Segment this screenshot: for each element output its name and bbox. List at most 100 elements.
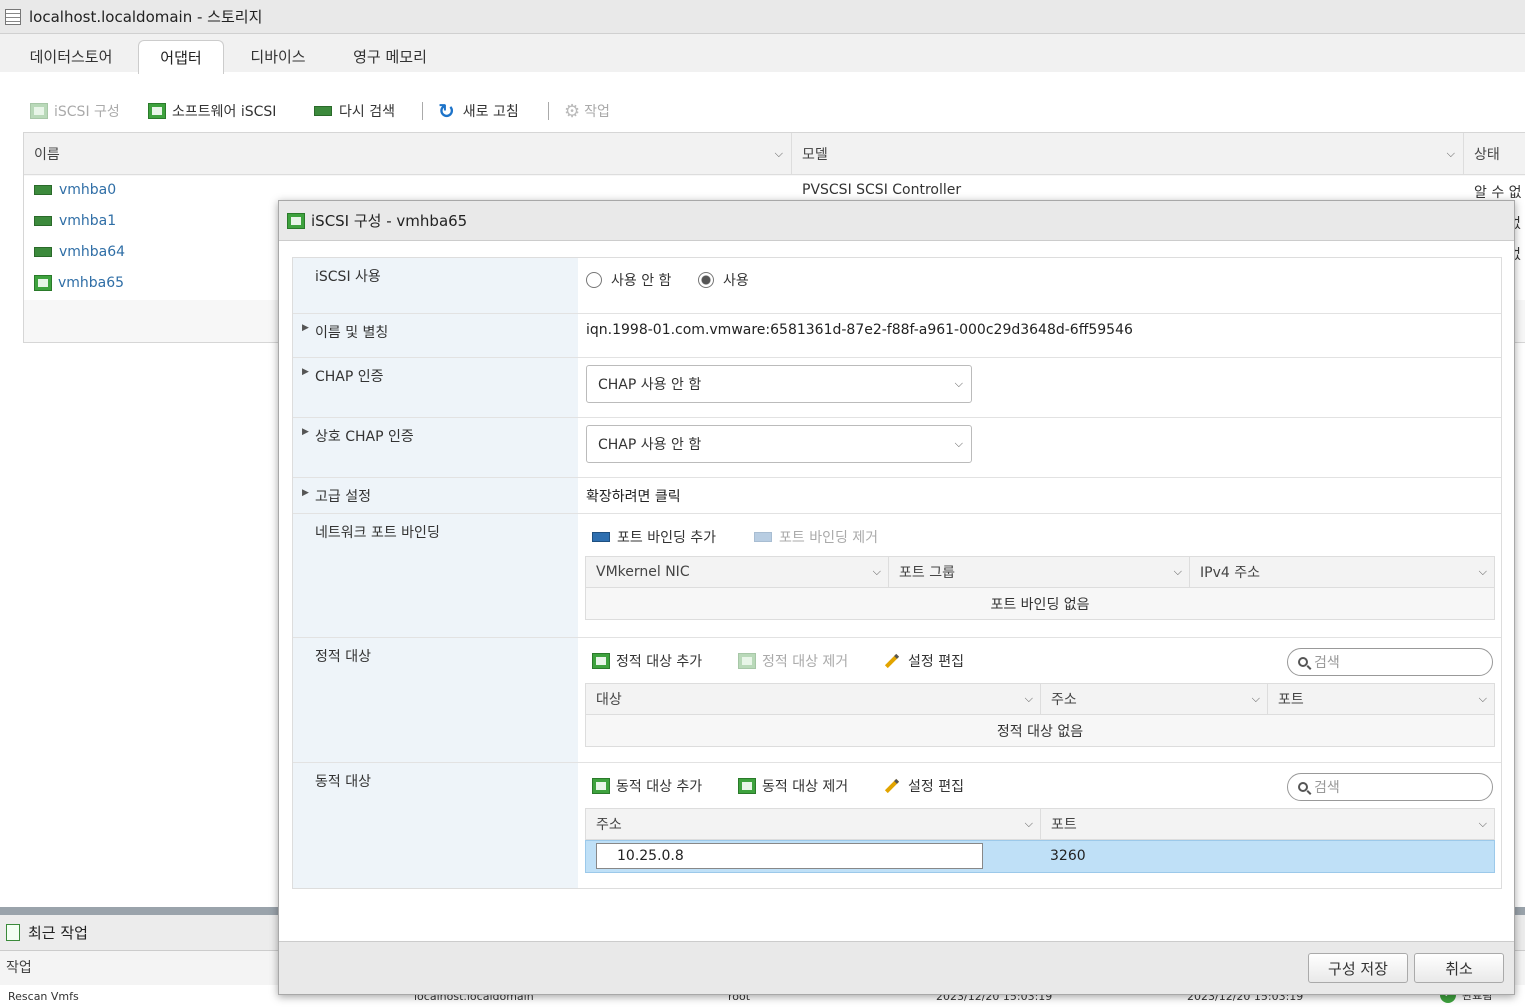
remove-static-target-button[interactable]: 정적 대상 제거: [738, 651, 848, 671]
dialog-header: iSCSI 구성 - vmhba65: [279, 201, 1514, 241]
iscsi-icon: [287, 212, 305, 229]
chevron-down-icon: ⌵: [774, 146, 783, 160]
actions-button[interactable]: ⚙ 작업: [564, 100, 610, 122]
edit-dynamic-settings-button[interactable]: 설정 편집: [884, 776, 964, 796]
column-address[interactable]: 주소 ⌵: [1041, 684, 1268, 714]
adapter-icon: [34, 247, 52, 257]
add-dynamic-target-label: 동적 대상 추가: [616, 779, 703, 795]
column-label: IPv4 주소: [1200, 565, 1260, 581]
iscsi-config-label: iSCSI 구성: [54, 104, 120, 120]
column-label: 주소: [1051, 692, 1077, 708]
column-label: 포트: [1278, 692, 1304, 708]
radio-disabled[interactable]: 사용 안 함: [586, 270, 671, 290]
form-row: iSCSI 사용 사용 안 함 사용: [293, 258, 1501, 314]
add-static-target-button[interactable]: 정적 대상 추가: [592, 651, 702, 671]
edit-static-settings-button[interactable]: 설정 편집: [884, 651, 964, 671]
form-row[interactable]: ▶ 고급 설정 확장하려면 클릭: [293, 478, 1501, 514]
tab-devices[interactable]: 디바이스: [232, 40, 324, 72]
dynamic-search-input[interactable]: 검색: [1287, 773, 1493, 801]
iscsi-config-button[interactable]: iSCSI 구성: [30, 100, 120, 122]
adapter-name-cell: vmhba64: [34, 244, 125, 260]
column-header-name[interactable]: 이름 ⌵: [24, 133, 792, 174]
dialog-footer: 구성 저장 취소: [279, 941, 1514, 994]
save-config-button[interactable]: 구성 저장: [1308, 953, 1408, 983]
search-icon: [1298, 657, 1308, 667]
adapter-icon: [34, 185, 52, 195]
rescan-button[interactable]: 다시 검색: [314, 100, 395, 122]
toolbar-divider: [422, 102, 423, 120]
adapter-icon: [34, 216, 52, 226]
cancel-button[interactable]: 취소: [1414, 953, 1504, 983]
adapter-name[interactable]: vmhba1: [59, 213, 116, 229]
remove-port-binding-button[interactable]: 포트 바인딩 제거: [754, 527, 878, 547]
column-header-label: 상태: [1474, 146, 1500, 163]
adapter-name-cell: vmhba0: [34, 182, 116, 198]
static-grid-header: 대상 ⌵ 주소 ⌵ 포트 ⌵: [585, 683, 1495, 715]
tasks-column-header[interactable]: 작업: [6, 957, 32, 977]
refresh-button[interactable]: ↻ 새로 고침: [438, 99, 519, 123]
static-search-input[interactable]: 검색: [1287, 648, 1493, 676]
column-header-label: 이름: [34, 146, 60, 163]
form-row[interactable]: ▶ 이름 및 별칭 iqn.1998-01.com.vmware:6581361…: [293, 314, 1501, 358]
rescan-label: 다시 검색: [339, 104, 395, 120]
column-label: VMkernel NIC: [596, 564, 690, 580]
pencil-icon: [884, 778, 900, 794]
column-label: 포트: [1051, 817, 1077, 833]
refresh-icon: ↻: [438, 99, 455, 123]
software-iscsi-button[interactable]: 소프트웨어 iSCSI: [148, 100, 276, 122]
chevron-down-icon: ⌵: [954, 377, 963, 390]
address-input[interactable]: 10.25.0.8: [596, 843, 983, 869]
static-targets-empty: 정적 대상 없음: [585, 715, 1495, 747]
chap-select[interactable]: CHAP 사용 안 함 ⌵: [586, 365, 972, 403]
dialog-title: iSCSI 구성 - vmhba65: [311, 212, 468, 230]
static-targets-label: 정적 대상: [315, 649, 371, 665]
edit-dynamic-settings-label: 설정 편집: [908, 779, 964, 795]
adapter-status-cell: 알 수 없: [1474, 185, 1522, 201]
column-header-status[interactable]: 상태: [1464, 133, 1525, 174]
add-target-icon: [592, 653, 610, 669]
task-name: Rescan Vmfs: [8, 990, 79, 1003]
adapter-name[interactable]: vmhba0: [59, 182, 116, 198]
form-row: 네트워크 포트 바인딩 포트 바인딩 추가 포트 바인딩 제거 VMkernel…: [293, 514, 1501, 638]
adapter-name[interactable]: vmhba65: [58, 275, 124, 291]
recent-tasks-title: 최근 작업: [28, 924, 88, 942]
chevron-down-icon: ⌵: [1024, 692, 1033, 705]
column-address[interactable]: 주소 ⌵: [586, 809, 1041, 839]
port-binding-grid-header: VMkernel NIC ⌵ 포트 그룹 ⌵ IPv4 주소 ⌵: [585, 556, 1495, 588]
mutual-chap-select[interactable]: CHAP 사용 안 함 ⌵: [586, 425, 972, 463]
column-ipv4-address[interactable]: IPv4 주소 ⌵: [1190, 557, 1494, 587]
software-iscsi-label: 소프트웨어 iSCSI: [172, 104, 277, 120]
iscsi-enable-label: iSCSI 사용: [315, 269, 381, 285]
radio-enabled-label: 사용: [723, 273, 749, 289]
add-port-binding-button[interactable]: 포트 바인딩 추가: [592, 527, 716, 547]
window-title: localhost.localdomain - 스토리지: [29, 8, 263, 26]
add-dynamic-target-button[interactable]: 동적 대상 추가: [592, 776, 702, 796]
radio-selected-icon: [698, 272, 714, 288]
adapter-table-header: 이름 ⌵ 모델 ⌵ 상태: [24, 133, 1525, 175]
column-port-group[interactable]: 포트 그룹 ⌵: [889, 557, 1190, 587]
column-port[interactable]: 포트 ⌵: [1268, 684, 1494, 714]
column-port[interactable]: 포트 ⌵: [1041, 809, 1494, 839]
column-header-model[interactable]: 모델 ⌵: [792, 133, 1464, 174]
chevron-down-icon: ⌵: [954, 437, 963, 450]
iscsi-icon: [34, 275, 52, 291]
chevron-down-icon: ⌵: [1478, 565, 1487, 578]
tab-adapters[interactable]: 어댑터: [138, 40, 224, 74]
column-label: 포트 그룹: [899, 565, 955, 581]
advanced-hint: 확장하려면 클릭: [586, 489, 681, 505]
dynamic-targets-label: 동적 대상: [315, 774, 371, 790]
chap-label: CHAP 인증: [315, 369, 384, 385]
radio-enabled[interactable]: 사용: [698, 270, 749, 290]
remove-dynamic-target-button[interactable]: 동적 대상 제거: [738, 776, 848, 796]
adapter-name[interactable]: vmhba64: [59, 244, 125, 260]
tab-persistent-memory[interactable]: 영구 메모리: [336, 40, 444, 72]
radio-disabled-label: 사용 안 함: [611, 273, 672, 289]
column-target[interactable]: 대상 ⌵: [586, 684, 1041, 714]
column-vmkernel-nic[interactable]: VMkernel NIC ⌵: [586, 557, 889, 587]
iscsi-icon: [148, 103, 166, 119]
edit-static-settings-label: 설정 편집: [908, 654, 964, 670]
config-form: iSCSI 사용 사용 안 함 사용 ▶ 이름 및 별칭 iqn.1998-01…: [292, 257, 1502, 889]
tab-datastores[interactable]: 데이터스토어: [12, 40, 130, 72]
mutual-chap-label: 상호 CHAP 인증: [315, 429, 414, 445]
dynamic-target-row[interactable]: 10.25.0.8 3260: [585, 840, 1495, 873]
